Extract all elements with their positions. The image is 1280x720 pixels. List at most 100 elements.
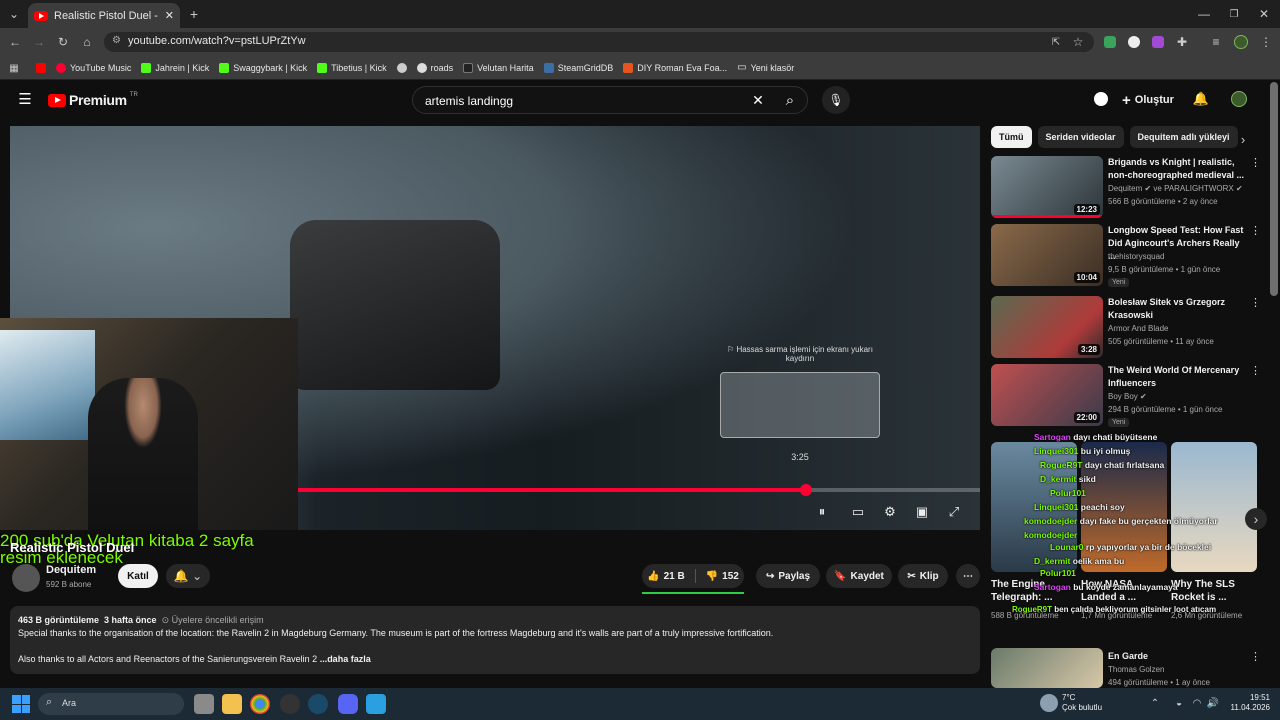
volume-icon[interactable]: 🔊 bbox=[1206, 696, 1220, 710]
chrome-icon[interactable] bbox=[250, 694, 270, 714]
clear-search-icon[interactable]: ✕ bbox=[748, 90, 768, 110]
settings-gear-icon[interactable]: ⚙ bbox=[880, 502, 900, 522]
extension-icon[interactable] bbox=[1104, 36, 1116, 48]
subscription-bell-icon[interactable]: 🔔 ⌄ bbox=[166, 564, 210, 588]
tab-search-icon[interactable]: ⌄ bbox=[6, 6, 22, 22]
back-icon[interactable]: ← bbox=[6, 33, 24, 51]
recommendation-item[interactable]: 3:28 Bolesław Sitek vs Grzegorz Krasowsk… bbox=[991, 296, 1261, 358]
bookmark-diy-roman[interactable]: DIY Roman Eva Foa... bbox=[623, 62, 727, 73]
account-avatar[interactable] bbox=[1231, 91, 1247, 107]
network-icon[interactable]: ◒ bbox=[1172, 696, 1186, 710]
bookmark-swaggybark[interactable]: Swaggybark | Kick bbox=[219, 62, 307, 73]
rec-title: En Garde bbox=[1108, 651, 1149, 661]
theater-mode-icon[interactable]: ▣ bbox=[912, 502, 932, 522]
steam-icon[interactable] bbox=[308, 694, 328, 714]
chat-user: Linquei301 bbox=[1034, 446, 1079, 456]
subtitles-icon[interactable]: ▭ bbox=[848, 502, 868, 522]
chat-text: ben çalıda bekliyorum gitsinler loot atı… bbox=[1054, 605, 1217, 614]
extensions-puzzle-icon[interactable]: ✚ bbox=[1174, 34, 1190, 50]
pause-icon[interactable]: ⏸ bbox=[812, 502, 832, 522]
windows-start-icon[interactable] bbox=[12, 695, 30, 713]
address-bar[interactable]: ⚙ youtube.com/watch?v=pstLUPrZtYw bbox=[104, 32, 1094, 52]
weather-widget[interactable]: 7°C Çok bulutlu bbox=[1062, 693, 1102, 713]
file-explorer-icon[interactable] bbox=[222, 694, 242, 714]
bookmark-label: SteamGridDB bbox=[557, 62, 614, 73]
discord-icon[interactable] bbox=[338, 694, 358, 714]
chip-series[interactable]: Seriden videolar bbox=[1037, 126, 1124, 148]
reload-icon[interactable]: ↻ bbox=[54, 33, 72, 51]
extension-icon[interactable] bbox=[1152, 36, 1164, 48]
app-icon[interactable] bbox=[366, 694, 386, 714]
channel-avatar[interactable] bbox=[12, 564, 40, 592]
install-app-icon[interactable]: ⇱ bbox=[1048, 34, 1064, 50]
apps-grid-icon[interactable]: ▦ bbox=[8, 62, 20, 74]
chevron-up-icon[interactable]: ⌃ bbox=[1148, 696, 1162, 710]
description-line: Also thanks to all Actors and Reenactors… bbox=[18, 653, 972, 666]
recommendation-item[interactable]: 22:00 The Weird World Of Mercenary Influ… bbox=[991, 364, 1261, 427]
clock[interactable]: 19:51 11.04.2026 bbox=[1228, 693, 1270, 713]
bookmark-star-icon[interactable]: ☆ bbox=[1070, 34, 1086, 50]
more-horizontal-icon: ⋯ bbox=[963, 570, 973, 582]
minimize-icon[interactable]: — bbox=[1196, 6, 1212, 22]
menu-kebab-icon[interactable]: ⋮ bbox=[1258, 34, 1274, 50]
bookmark-velutan-harita[interactable]: Velutan Harita bbox=[463, 62, 534, 73]
menu-kebab-icon[interactable]: ⋮ bbox=[1250, 224, 1261, 237]
app-icon[interactable] bbox=[280, 694, 300, 714]
search-icon[interactable]: ⌕ bbox=[772, 86, 808, 114]
recommendation-item[interactable]: 12:23 Brigands vs Knight | realistic, no… bbox=[991, 156, 1261, 218]
bookmark-folder[interactable]: ▭ Yeni klasör bbox=[737, 62, 794, 73]
gemini-icon[interactable] bbox=[1094, 92, 1108, 106]
create-button[interactable]: + Oluştur bbox=[1122, 90, 1174, 110]
bookmark-youtube-music[interactable]: YouTube Music bbox=[56, 62, 131, 73]
like-button[interactable]: 👍 21 B bbox=[647, 571, 685, 582]
chip-all[interactable]: Tümü bbox=[991, 126, 1032, 148]
video-thumbnail bbox=[991, 648, 1103, 688]
reading-list-icon[interactable]: ≡ bbox=[1208, 34, 1224, 50]
browser-tab[interactable]: Realistic Pistol Duel - YouTu ✕ bbox=[28, 3, 180, 28]
chevron-right-icon[interactable]: › bbox=[1236, 132, 1250, 147]
taskbar-search[interactable]: ⌕ Ara bbox=[38, 693, 184, 715]
site-info-icon[interactable]: ⚙ bbox=[112, 35, 121, 46]
channel-name[interactable]: Dequitem bbox=[46, 564, 96, 576]
dislike-button[interactable]: 👎 152 bbox=[706, 571, 739, 582]
bookmark-steamgriddb[interactable]: SteamGridDB bbox=[543, 62, 614, 73]
duration-badge: 22:00 bbox=[1073, 412, 1100, 423]
menu-kebab-icon[interactable]: ⋮ bbox=[1250, 650, 1261, 663]
bookmark-tibetius[interactable]: Tibetius | Kick bbox=[317, 62, 387, 73]
bookmark-youtube-red[interactable] bbox=[36, 62, 46, 73]
show-more-link[interactable]: ...daha fazla bbox=[320, 654, 371, 664]
progress-scrubber[interactable] bbox=[800, 484, 813, 496]
clip-button[interactable]: ✂ Klip bbox=[898, 564, 948, 588]
menu-kebab-icon[interactable]: ⋮ bbox=[1250, 156, 1261, 169]
bookmark-globe[interactable] bbox=[396, 62, 407, 73]
home-icon[interactable]: ⌂ bbox=[78, 33, 96, 51]
fullscreen-icon[interactable]: ⤢ bbox=[944, 502, 964, 522]
profile-avatar-icon[interactable] bbox=[1234, 35, 1248, 49]
share-button[interactable]: ↪ Paylaş bbox=[756, 564, 820, 588]
recommendation-item[interactable]: 10:04 Longbow Speed Test: How Fast Did A… bbox=[991, 224, 1261, 287]
bookmark-roads[interactable]: roads bbox=[416, 62, 453, 73]
chip-uploader[interactable]: Dequitem adlı yükleyi bbox=[1129, 126, 1238, 148]
youtube-logo[interactable]: Premium TR bbox=[48, 92, 138, 108]
tab-close-icon[interactable]: ✕ bbox=[165, 9, 174, 22]
notifications-bell-icon[interactable]: 🔔 bbox=[1192, 90, 1210, 108]
wifi-icon[interactable]: ◠ bbox=[1190, 696, 1204, 710]
mic-icon[interactable]: 🎙 bbox=[822, 86, 850, 114]
forward-icon[interactable]: → bbox=[30, 33, 48, 51]
more-actions-button[interactable]: ⋯ bbox=[956, 564, 980, 588]
hamburger-menu-icon[interactable]: ☰ bbox=[16, 90, 34, 108]
duration-badge: 3:28 bbox=[1077, 344, 1100, 355]
menu-kebab-icon[interactable]: ⋮ bbox=[1250, 364, 1261, 377]
join-button[interactable]: Katıl bbox=[118, 564, 158, 588]
save-button[interactable]: 🔖 Kaydet bbox=[826, 564, 892, 588]
weather-icon[interactable] bbox=[1040, 694, 1058, 712]
window-close-icon[interactable]: ✕ bbox=[1256, 6, 1272, 22]
new-tab-icon[interactable]: + bbox=[186, 6, 202, 22]
restore-icon[interactable]: ❐ bbox=[1226, 6, 1242, 22]
menu-kebab-icon[interactable]: ⋮ bbox=[1250, 296, 1261, 309]
extension-icon[interactable] bbox=[1128, 36, 1140, 48]
task-view-icon[interactable] bbox=[194, 694, 214, 714]
bookmark-jahrein[interactable]: Jahrein | Kick bbox=[141, 62, 209, 73]
page-scrollbar[interactable] bbox=[1270, 82, 1278, 296]
description-box[interactable]: 463 B görüntüleme 3 hafta önce ⊙ Üyelere… bbox=[10, 606, 980, 674]
